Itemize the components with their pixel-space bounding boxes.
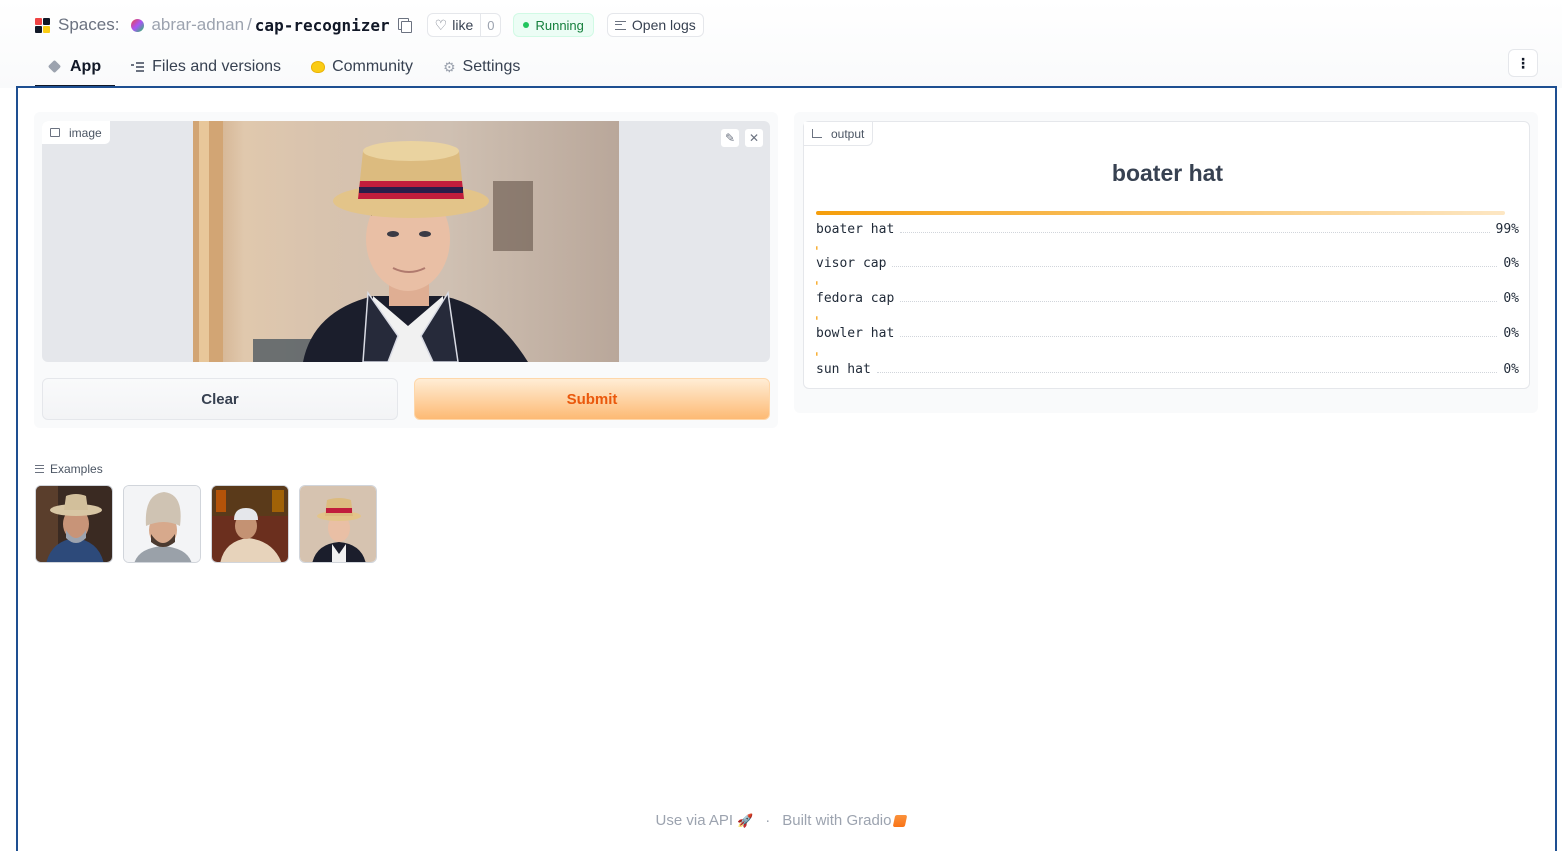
more-options-button[interactable]: ⋮ — [1508, 49, 1538, 77]
dotted-leader — [900, 301, 1498, 302]
confidence-item[interactable]: visor cap 0% — [816, 246, 1519, 271]
list-icon — [35, 465, 44, 473]
tab-label: App — [70, 57, 102, 75]
dotted-leader — [876, 372, 1498, 373]
image-input[interactable]: image ✎ ✕ — [42, 121, 770, 362]
output-label-text: output — [831, 126, 865, 141]
example-thumbnail[interactable] — [299, 485, 377, 563]
submit-button[interactable]: Submit — [414, 378, 770, 420]
image-label: image — [42, 121, 111, 145]
confidence-label: boater hat — [816, 222, 895, 237]
chart-icon — [812, 129, 822, 138]
confidence-bar — [816, 281, 818, 285]
clear-button[interactable]: Clear — [42, 378, 398, 420]
files-icon — [131, 62, 145, 72]
use-via-api-link[interactable]: Use via API — [656, 812, 734, 829]
repo-name-link[interactable]: cap-recognizer — [255, 16, 390, 35]
confidence-label: bowler hat — [816, 326, 895, 341]
confidence-item[interactable]: fedora cap 0% — [816, 281, 1519, 306]
heart-icon: ♡ — [434, 16, 448, 33]
confidence-row: fedora cap 0% — [816, 291, 1519, 306]
confidence-bar — [816, 316, 818, 320]
status-dot-icon — [523, 22, 530, 28]
owner-link[interactable]: abrar-adnan — [151, 15, 244, 35]
predicted-label: boater hat — [1111, 160, 1224, 186]
example-thumbnail[interactable] — [123, 485, 201, 563]
uploaded-photo — [193, 121, 619, 362]
logs-icon — [614, 20, 626, 30]
confidence-label: sun hat — [816, 362, 871, 377]
confidence-item[interactable]: boater hat 99% — [816, 211, 1519, 237]
like-count[interactable]: 0 — [480, 14, 500, 36]
tab-files-and-versions[interactable]: Files and versions — [117, 48, 295, 86]
examples-label: Examples — [35, 462, 103, 476]
kebab-icon: ⋮ — [1516, 55, 1530, 71]
built-with-gradio-link[interactable]: Built with Gradio — [782, 812, 891, 829]
edit-pencil-icon[interactable]: ✎ — [720, 128, 740, 148]
path-separator: / — [247, 15, 252, 34]
cube-icon — [47, 59, 62, 74]
status-badge: Running — [513, 13, 594, 37]
footer-separator: · — [765, 812, 771, 829]
gear-icon: ⚙ — [442, 58, 456, 75]
copy-icon[interactable] — [397, 18, 412, 33]
confidence-label: fedora cap — [816, 291, 895, 306]
image-icon — [50, 128, 60, 137]
dotted-leader — [900, 232, 1490, 233]
confidence-bar — [816, 246, 818, 250]
confidence-row: sun hat 0% — [816, 362, 1519, 377]
example-thumbnail[interactable] — [35, 485, 113, 563]
confidence-percent: 0% — [1503, 291, 1519, 306]
tab-label: Community — [332, 58, 413, 75]
confidence-bar — [816, 352, 818, 356]
open-logs-button[interactable]: Open logs — [606, 13, 704, 37]
space-tabs: App Files and versions Community ⚙ Setti… — [35, 48, 536, 88]
spaces-label[interactable]: Spaces: — [58, 15, 119, 35]
confidence-percent: 0% — [1503, 256, 1519, 271]
confidence-percent: 0% — [1503, 362, 1519, 377]
confidence-row: bowler hat 0% — [816, 326, 1519, 341]
confidence-row: visor cap 0% — [816, 256, 1519, 271]
confidence-item[interactable]: bowler hat 0% — [816, 316, 1519, 341]
label-output: output boater hat boater hat 99% visor c… — [803, 121, 1530, 389]
tab-label: Files and versions — [152, 58, 282, 75]
open-logs-label: Open logs — [631, 17, 696, 33]
image-toolbar: ✎ ✕ — [716, 128, 764, 148]
owner-avatar[interactable] — [131, 18, 145, 32]
confidence-label: visor cap — [816, 256, 887, 271]
examples-label-text: Examples — [50, 462, 103, 476]
confidence-bar — [816, 211, 1505, 215]
community-icon — [311, 61, 326, 73]
confidence-item[interactable]: sun hat 0% — [816, 352, 1519, 377]
spaces-logo-icon[interactable] — [35, 17, 50, 33]
confidence-percent: 0% — [1503, 326, 1519, 341]
header-row: Spaces: abrar-adnan / cap-recognizer ♡ l… — [35, 12, 704, 38]
dotted-leader — [892, 266, 1498, 267]
close-icon[interactable]: ✕ — [744, 128, 764, 148]
status-text: Running — [535, 17, 584, 33]
rocket-icon: 🚀 — [737, 812, 754, 828]
like-label: like — [452, 17, 474, 33]
example-thumbnail[interactable] — [211, 485, 289, 563]
output-label: output — [804, 122, 874, 146]
image-label-text: image — [69, 125, 102, 140]
confidence-row: boater hat 99% — [816, 222, 1519, 237]
space-header: Spaces: abrar-adnan / cap-recognizer ♡ l… — [0, 0, 1562, 88]
like-button[interactable]: ♡ like 0 — [426, 13, 502, 37]
tab-community[interactable]: Community — [297, 48, 427, 86]
footer: Use via API 🚀 · Built with Gradio — [0, 812, 1562, 829]
tab-app[interactable]: App — [35, 48, 116, 88]
confidence-percent: 99% — [1495, 222, 1519, 237]
tab-settings[interactable]: ⚙ Settings — [429, 48, 534, 86]
dotted-leader — [900, 336, 1498, 337]
tab-label: Settings — [462, 58, 521, 75]
gradio-logo-icon — [893, 814, 908, 827]
